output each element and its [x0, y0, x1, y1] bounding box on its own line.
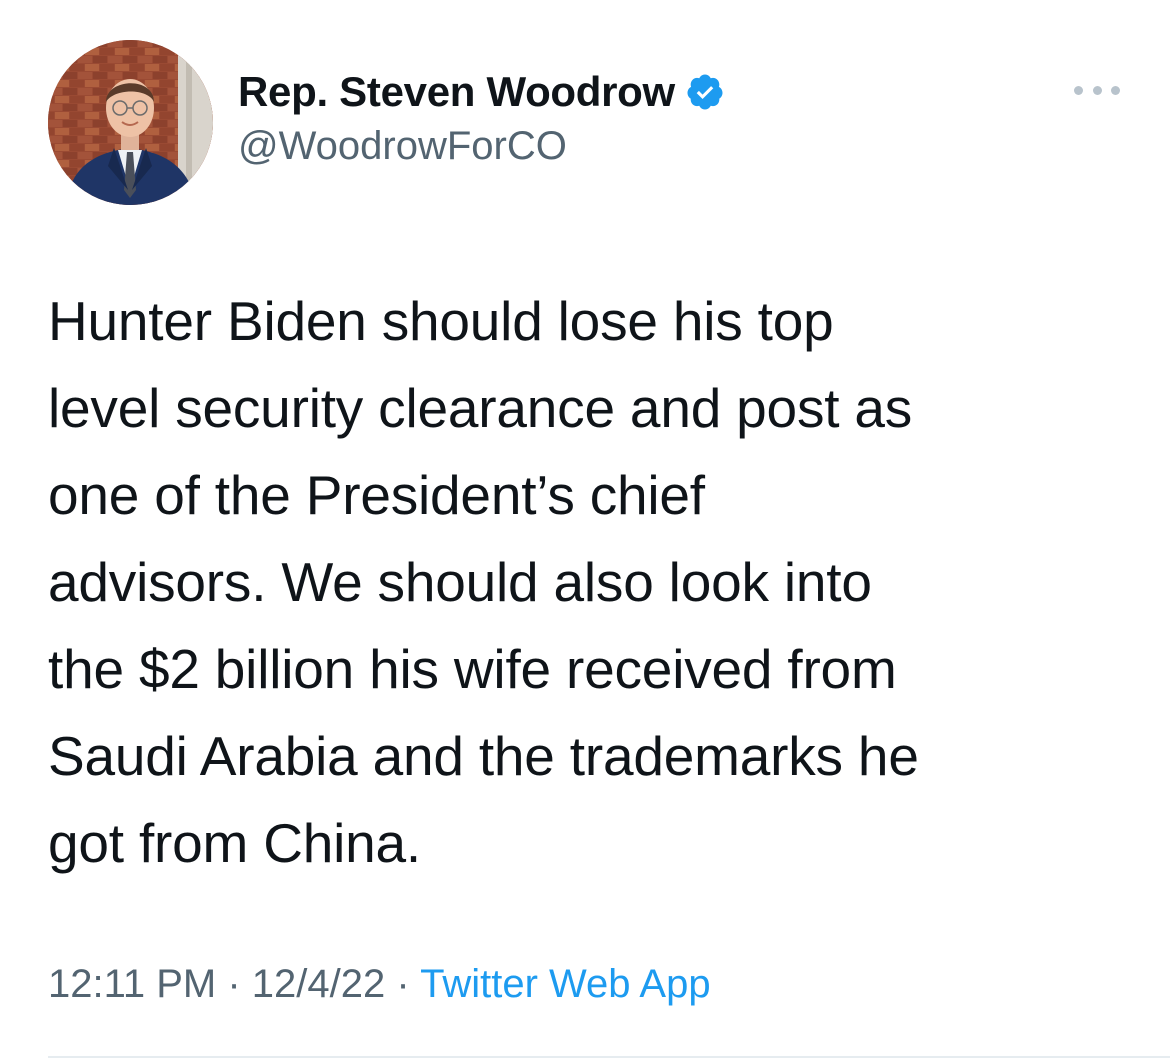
- more-dot: [1111, 85, 1120, 95]
- more-dot: [1074, 85, 1083, 95]
- tweet: Rep. Steven Woodrow @WoodrowForCO Hunter…: [0, 0, 1170, 1061]
- handle[interactable]: @WoodrowForCO: [238, 124, 567, 169]
- divider: [48, 1056, 1170, 1058]
- more-dot: [1092, 85, 1102, 95]
- meta-separator: ·: [385, 962, 421, 1006]
- meta-separator: ·: [216, 962, 252, 1006]
- verified-badge-icon: [685, 72, 725, 112]
- tweet-source-link[interactable]: Twitter Web App: [420, 962, 711, 1006]
- tweet-meta: 12:11 PM · 12/4/22 · Twitter Web App: [48, 962, 711, 1007]
- tweet-text: Hunter Biden should lose his top level s…: [48, 290, 919, 874]
- author-name-row: Rep. Steven Woodrow: [238, 66, 725, 118]
- avatar[interactable]: [48, 40, 213, 205]
- display-name[interactable]: Rep. Steven Woodrow: [238, 68, 675, 116]
- tweet-time[interactable]: 12:11 PM: [48, 962, 216, 1006]
- tweet-date[interactable]: 12/4/22: [252, 962, 385, 1006]
- more-options-icon[interactable]: [1074, 78, 1120, 102]
- avatar-image: [48, 40, 213, 205]
